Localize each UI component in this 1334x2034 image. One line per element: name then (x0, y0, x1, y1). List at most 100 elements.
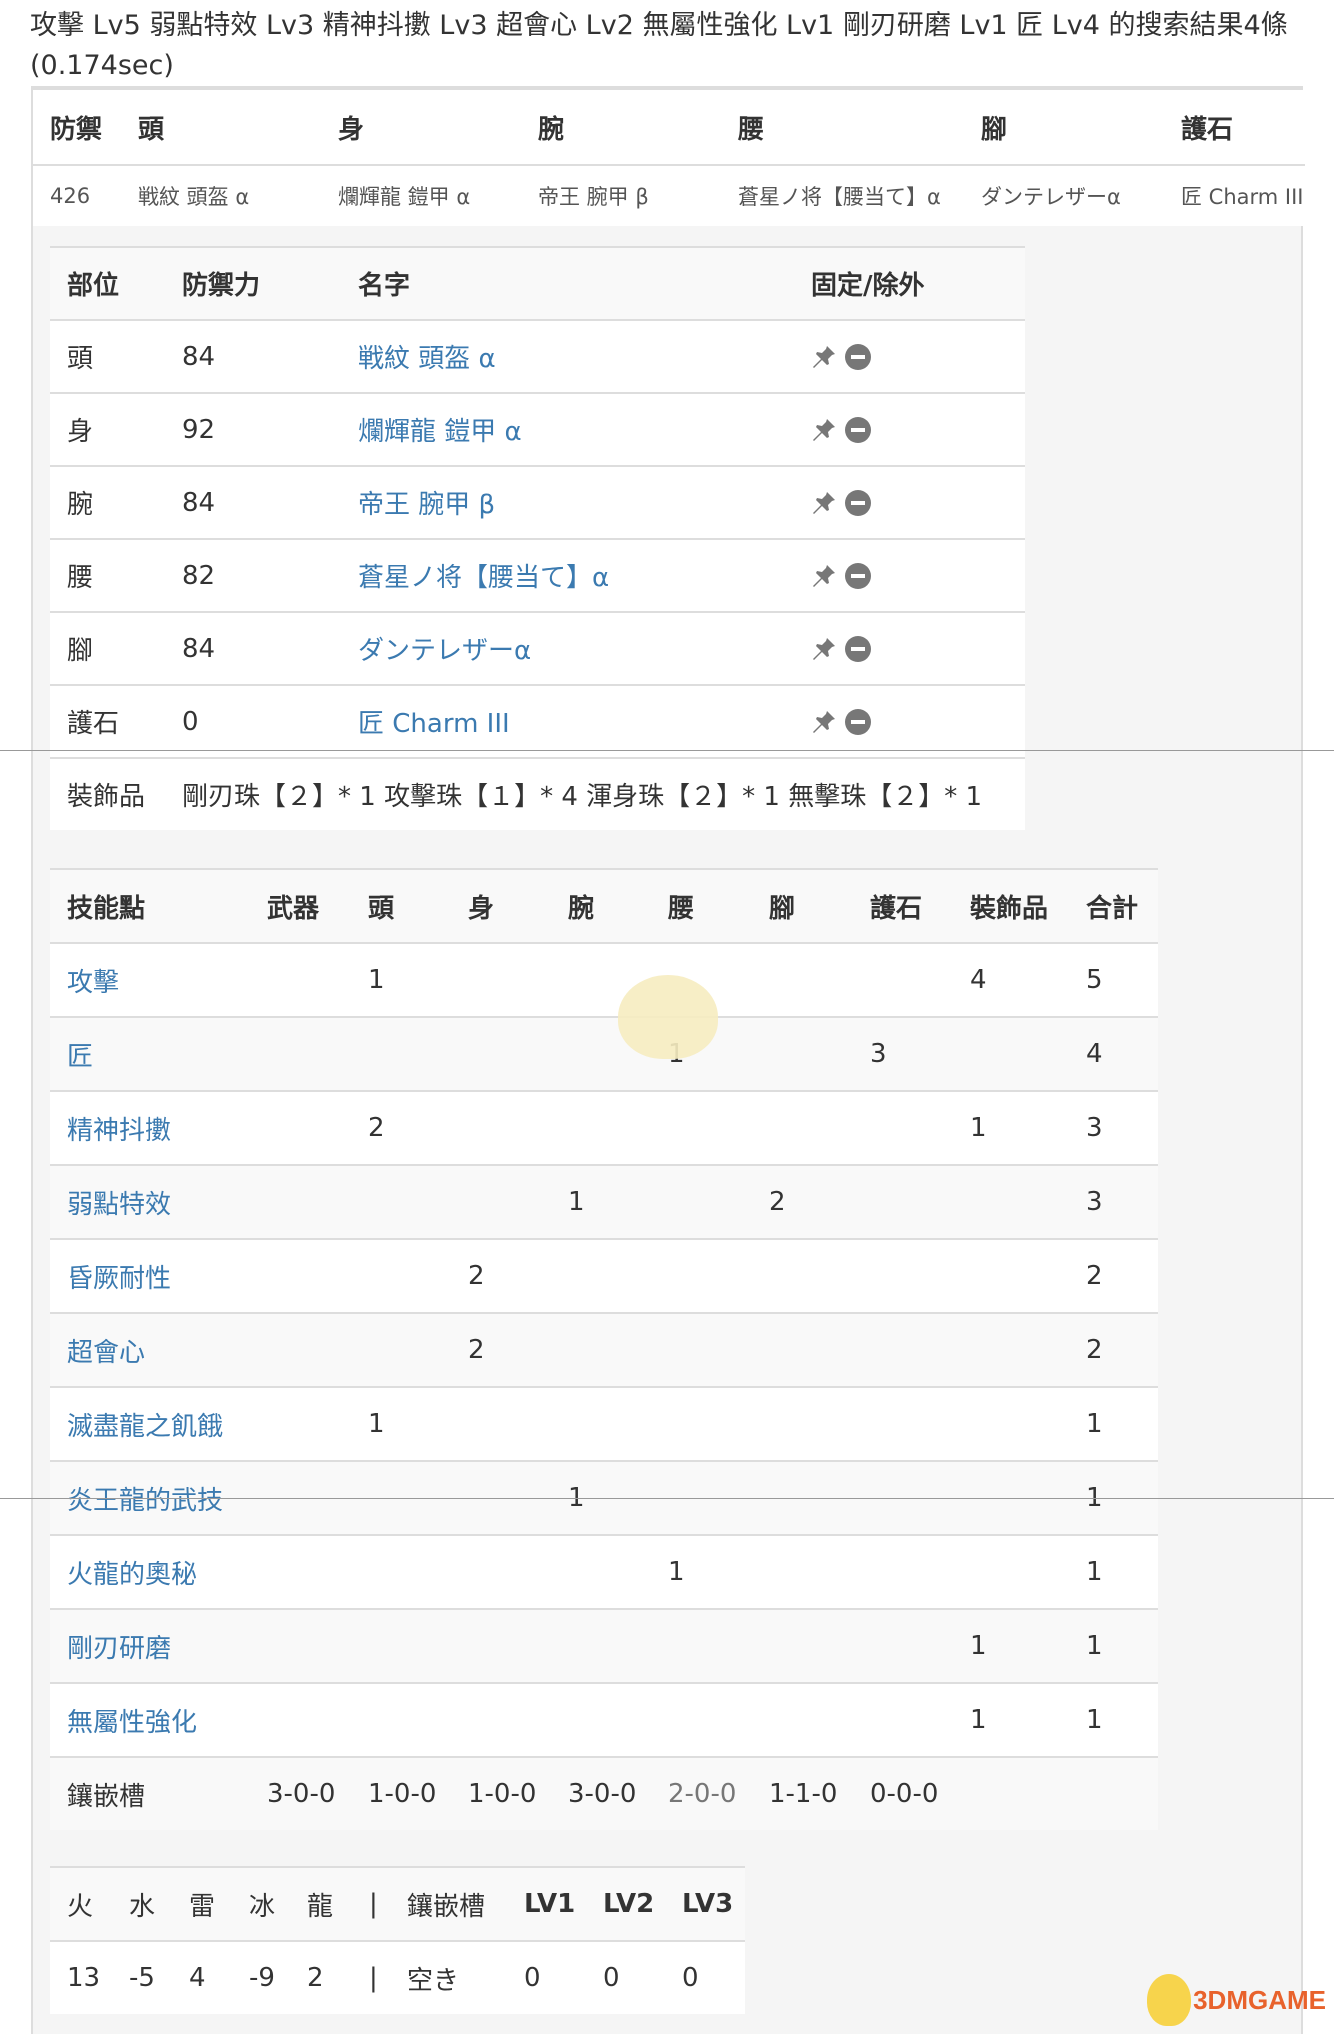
defense-cell: 84 (182, 633, 216, 664)
column-header: 腳 (769, 893, 796, 924)
remove-icon[interactable] (845, 489, 871, 516)
skill-name-link[interactable]: 剛刃研磨 (67, 1610, 171, 1682)
armor-name-link[interactable]: 匠 Charm III (358, 686, 510, 757)
element-value: -5 (129, 1963, 155, 1993)
watermark-text: 3DMGAME (1193, 1984, 1326, 2015)
skill-name-link[interactable]: 攻擊 (67, 944, 119, 1016)
skill-name-link[interactable]: 超會心 (67, 1314, 145, 1386)
pin-icon[interactable] (811, 563, 837, 589)
column-header: 固定/除外 (811, 271, 925, 301)
part-cell: 頭 (67, 344, 94, 374)
column-header: 護石 (870, 893, 923, 924)
part-cell: 腰 (67, 563, 94, 593)
skill-name-link[interactable]: 滅盡龍之飢餓 (67, 1388, 223, 1460)
summary-data-row: 426 戦紋 頭盔 α 爛輝龍 鎧甲 α 帝王 腕甲 β 蒼星ノ将【腰当て】α ダンテレザ… (33, 164, 1305, 226)
skill-point-cell: 1 (1086, 1705, 1103, 1735)
part-cell: 身 (67, 417, 94, 447)
skill-point-cell: 3 (870, 1039, 887, 1069)
column-header: 腰 (738, 114, 765, 145)
slot-cell: 0-0-0 (870, 1779, 939, 1809)
column-header: 技能點 (67, 893, 146, 924)
summary-table: 防禦 頭 身 腕 腰 腳 護石 426 戦紋 頭盔 α 爛輝龍 鎧甲 α 帝王 腕甲 β 蒼星ノ将【腰… (33, 90, 1305, 226)
remove-icon[interactable] (845, 343, 871, 370)
remove-icon[interactable] (845, 562, 871, 589)
skill-name-link[interactable]: 弱點特效 (67, 1166, 171, 1238)
column-header: 頭 (138, 114, 165, 145)
armor-name-link[interactable]: 戦紋 頭盔 α (358, 321, 496, 392)
column-header: 身 (338, 114, 365, 145)
slot-cell: 1-0-0 (368, 1779, 437, 1809)
divider (0, 750, 1334, 751)
remove-icon[interactable] (845, 708, 871, 735)
pin-icon[interactable] (811, 490, 837, 516)
actions-cell (811, 613, 871, 684)
column-header: 護石 (1181, 114, 1234, 145)
column-header: 腳 (981, 114, 1008, 145)
skill-point-cell: 1 (1086, 1557, 1103, 1587)
table-row: 身 92 爛輝龍 鎧甲 α (50, 392, 1025, 465)
skill-point-cell: 2 (1086, 1335, 1103, 1365)
elements-header-row: 火 水 雷 冰龍 | 鑲嵌槽 LV1 LV2 LV3 (50, 1866, 745, 1940)
element-value: 13 (67, 1963, 101, 1993)
watermark-logo: 3DMGAME (1147, 1974, 1326, 2026)
skill-point-cell: 1 (368, 965, 385, 995)
decorations-value: 剛刃珠【２】* 1 攻擊珠【１】* 4 渾身珠【２】* 1 無擊珠【２】* 1 (182, 782, 983, 812)
summary-cell: 匠 Charm III (1181, 185, 1304, 209)
skill-name-link[interactable]: 昏厥耐性 (67, 1240, 171, 1312)
armor-name-link[interactable]: ダンテレザーα (358, 613, 531, 684)
table-row: 昏厥耐性 2 2 (50, 1238, 1158, 1312)
pin-icon[interactable] (811, 709, 837, 735)
armor-name-link[interactable]: 帝王 腕甲 β (358, 467, 495, 538)
pin-icon[interactable] (811, 344, 837, 370)
skill-name-link[interactable]: 無屬性強化 (67, 1684, 197, 1756)
skill-name-link[interactable]: 精神抖擻 (67, 1092, 171, 1164)
table-row: 護石 0 匠 Charm III (50, 684, 1025, 757)
actions-cell (811, 394, 871, 465)
table-row: 腕 84 帝王 腕甲 β (50, 465, 1025, 538)
element-value: -9 (249, 1963, 275, 1993)
pin-icon[interactable] (811, 417, 837, 443)
element-value: 2 (307, 1963, 324, 1993)
pin-icon[interactable] (811, 636, 837, 662)
element-resistance-table: 火 水 雷 冰龍 | 鑲嵌槽 LV1 LV2 LV3 13 -5 4 -9 2 | 空き 0 0 0 (50, 1866, 745, 2014)
table-row: 頭 84 戦紋 頭盔 α (50, 319, 1025, 392)
armor-name-link[interactable]: 爛輝龍 鎧甲 α (358, 394, 522, 465)
skill-name-link[interactable]: 火龍的奧秘 (67, 1536, 197, 1608)
column-header: 鑲嵌槽 (407, 1891, 486, 1922)
table-row: 弱點特效 1 2 3 (50, 1164, 1158, 1238)
remove-icon[interactable] (845, 416, 871, 443)
skill-point-cell: 1 (668, 1557, 685, 1587)
column-header: 裝飾品 (970, 893, 1049, 924)
skill-point-cell: 2 (368, 1113, 385, 1143)
element-value: 0 (682, 1963, 699, 1993)
equipment-table: 部位 防禦力 名字 固定/除外頭 84 戦紋 頭盔 α 身 92 爛輝龍 鎧甲 α 腕 84 帝王 腕… (50, 246, 1025, 830)
column-header: 腕 (568, 893, 595, 924)
chick-icon (1147, 1974, 1192, 2026)
skill-name-link[interactable]: 匠 (67, 1018, 93, 1090)
actions-cell (811, 321, 871, 392)
remove-icon[interactable] (845, 635, 871, 662)
element-value: 4 (189, 1963, 206, 1993)
column-header: 腰 (668, 893, 695, 924)
skill-point-cell: 1 (970, 1113, 987, 1143)
actions-cell (811, 686, 871, 757)
column-header: 頭 (368, 893, 395, 924)
armor-name-link[interactable]: 蒼星ノ将【腰当て】α (358, 540, 609, 611)
column-header: 合計 (1086, 893, 1139, 924)
table-row: 火龍的奧秘 1 1 (50, 1534, 1158, 1608)
slot-cell: 3-0-0 (568, 1779, 637, 1809)
equipment-header-row: 部位 防禦力 名字 固定/除外 (50, 246, 1025, 319)
column-header: 龍 (307, 1891, 334, 1922)
column-header: 部位 (67, 271, 120, 301)
element-value: 空き (407, 1965, 460, 1996)
skill-point-cell: 2 (468, 1335, 485, 1365)
column-header: 防禦 (50, 114, 103, 145)
part-cell: 護石 (67, 709, 120, 739)
table-row: 炎王龍的武技 1 1 (50, 1460, 1158, 1534)
result-panel: 防禦頭身腕腰腳護石 426 戦紋 頭盔 α 爛輝龍 鎧甲 α 帝王 腕甲 β 蒼星ノ将【腰… (31, 86, 1305, 2034)
skill-point-cell: 1 (970, 1705, 987, 1735)
skill-point-cell: 2 (1086, 1261, 1103, 1291)
skill-point-cell: 2 (468, 1261, 485, 1291)
slot-cell: 1-0-0 (468, 1779, 537, 1809)
part-cell: 腳 (67, 636, 94, 666)
